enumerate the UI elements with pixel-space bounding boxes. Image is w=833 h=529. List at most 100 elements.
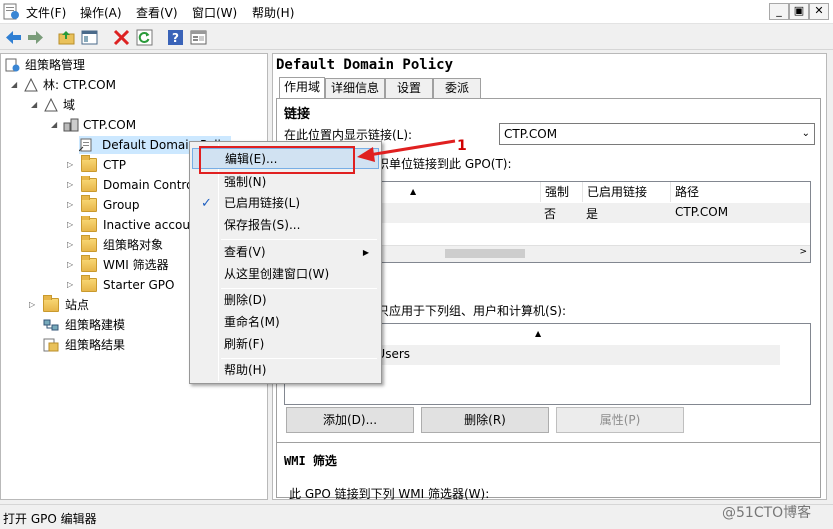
menu-item-view[interactable]: 查看(V) ▶ xyxy=(192,242,379,263)
annotation-highlight-box xyxy=(199,146,355,174)
menu-item-help[interactable]: 帮助(H) xyxy=(192,360,379,381)
restore-button[interactable]: ▣ xyxy=(789,3,809,20)
location-value: CTP.COM xyxy=(504,127,558,141)
expand-icon[interactable]: ▷ xyxy=(67,156,75,174)
security-filter-label: 只应用于下列组、用户和计算机(S): xyxy=(377,304,567,318)
expand-icon[interactable]: ▷ xyxy=(67,216,75,234)
column-enforced[interactable]: 强制 xyxy=(541,182,583,202)
forest-icon xyxy=(24,78,38,92)
collapse-icon[interactable]: ◢ xyxy=(51,116,59,134)
context-menu: 编辑(E)... 强制(N) ✓ 已启用链接(L) 保存报告(S)... 查看(… xyxy=(189,141,382,384)
menu-item-enforced[interactable]: 强制(N) xyxy=(192,172,379,193)
tree-item-label: 组策略对象 xyxy=(103,238,164,252)
status-text: 打开 GPO 编辑器 xyxy=(3,512,97,526)
tree-modeling-label: 组策略建模 xyxy=(65,318,126,332)
column-path[interactable]: 路径 xyxy=(671,182,810,202)
collapse-icon[interactable]: ◢ xyxy=(11,76,19,94)
gpo-link-icon xyxy=(79,138,92,152)
minimize-button[interactable]: _ xyxy=(769,3,789,20)
collapse-icon[interactable]: ◢ xyxy=(31,96,39,114)
back-arrow-icon[interactable] xyxy=(4,28,23,47)
expand-icon[interactable]: ▷ xyxy=(67,236,75,254)
show-hide-tree-icon[interactable] xyxy=(80,28,99,47)
tree-domains-label: 域 xyxy=(63,98,76,112)
help-icon[interactable]: ? xyxy=(166,28,185,47)
results-icon xyxy=(43,338,59,352)
tree-results-label: 组策略结果 xyxy=(65,338,126,352)
gpmc-app-icon xyxy=(3,3,19,20)
domain-icon xyxy=(63,118,79,132)
tree-forest-label: 林: CTP.COM xyxy=(43,78,116,92)
submenu-arrow-icon: ▶ xyxy=(362,248,369,257)
expand-icon[interactable]: ▷ xyxy=(29,296,37,314)
menu-item-label: 查看(V) xyxy=(224,245,266,259)
menu-action[interactable]: 操作(A) xyxy=(80,4,122,21)
links-heading: 链接 xyxy=(284,107,311,122)
up-folder-icon[interactable] xyxy=(57,28,76,47)
ou-folder-icon xyxy=(81,216,97,232)
remove-button[interactable]: 删除(R) xyxy=(421,407,549,433)
toolbar: ? xyxy=(0,25,833,50)
menu-item-delete[interactable]: 删除(D) xyxy=(192,290,379,311)
location-dropdown[interactable]: CTP.COM ⌄ xyxy=(499,123,815,145)
expand-icon[interactable]: ▷ xyxy=(67,176,75,194)
properties-icon[interactable] xyxy=(189,28,208,47)
watermark: @51CTO博客 xyxy=(722,505,812,521)
chevron-down-icon: ⌄ xyxy=(801,128,810,139)
add-button[interactable]: 添加(D)... xyxy=(286,407,414,433)
column-enabled[interactable]: 已启用链接 xyxy=(583,182,671,202)
tab-scope[interactable]: 作用域 xyxy=(279,77,325,98)
tree-item-label: Group xyxy=(103,198,140,212)
scroll-thumb[interactable] xyxy=(445,249,525,258)
tab-delegation[interactable]: 委派 xyxy=(433,78,481,98)
properties-button[interactable]: 属性(P) xyxy=(556,407,684,433)
status-bar: 打开 GPO 编辑器 @51CTO博客 xyxy=(0,504,833,529)
menu-item-link-enabled[interactable]: ✓ 已启用链接(L) xyxy=(192,193,379,214)
cell-enabled: 是 xyxy=(586,207,599,221)
menu-separator xyxy=(221,239,377,240)
expand-icon[interactable]: ▷ xyxy=(67,256,75,274)
domains-icon xyxy=(44,98,58,112)
ou-folder-icon xyxy=(81,195,97,212)
tree-domain-label: CTP.COM xyxy=(83,118,137,132)
annotation-number: 1 xyxy=(457,138,467,154)
refresh-icon[interactable] xyxy=(135,28,154,47)
expand-icon[interactable]: ▷ xyxy=(67,196,75,214)
cell-path: CTP.COM xyxy=(675,205,729,219)
scroll-right-icon[interactable]: > xyxy=(799,247,807,257)
tree-item-label: Starter GPO xyxy=(103,278,175,292)
tab-settings[interactable]: 设置 xyxy=(385,78,433,98)
folder-icon xyxy=(43,295,59,312)
ou-folder-icon xyxy=(81,155,97,172)
menu-item-refresh[interactable]: 刷新(F) xyxy=(192,334,379,355)
menu-file[interactable]: 文件(F) xyxy=(26,4,66,21)
delete-icon[interactable] xyxy=(112,28,131,47)
forward-arrow-icon[interactable] xyxy=(26,28,45,47)
check-icon: ✓ xyxy=(201,196,212,211)
tab-details[interactable]: 详细信息 xyxy=(325,78,385,98)
ou-folder-icon xyxy=(81,176,97,192)
gpmc-icon xyxy=(5,58,20,72)
close-button[interactable]: ✕ xyxy=(809,3,829,20)
gpo-title: Default Domain Policy xyxy=(276,57,454,73)
tree-sites-label: 站点 xyxy=(65,298,90,312)
folder-icon xyxy=(81,255,97,272)
menu-window[interactable]: 窗口(W) xyxy=(192,4,237,21)
tree-item-label: CTP xyxy=(103,158,126,172)
modeling-icon xyxy=(43,319,59,331)
sort-up-icon: ▲ xyxy=(535,329,542,338)
wmi-heading: WMI 筛选 xyxy=(284,454,337,468)
sort-up-icon: ▲ xyxy=(410,187,417,196)
menu-bar: 文件(F) 操作(A) 查看(V) 窗口(W) 帮助(H) _ ▣ ✕ xyxy=(0,0,833,24)
menu-view[interactable]: 查看(V) xyxy=(136,4,178,21)
menu-help[interactable]: 帮助(H) xyxy=(252,4,294,21)
divider xyxy=(277,442,820,443)
cell-enforced: 否 xyxy=(544,207,557,221)
menu-item-save-report[interactable]: 保存报告(S)... xyxy=(192,215,379,236)
folder-icon xyxy=(81,235,97,252)
menu-separator xyxy=(221,358,377,359)
menu-item-rename[interactable]: 重命名(M) xyxy=(192,312,379,333)
menu-item-new-window[interactable]: 从这里创建窗口(W) xyxy=(192,264,379,285)
tree-root-label: 组策略管理 xyxy=(25,58,86,72)
expand-icon[interactable]: ▷ xyxy=(67,276,75,294)
